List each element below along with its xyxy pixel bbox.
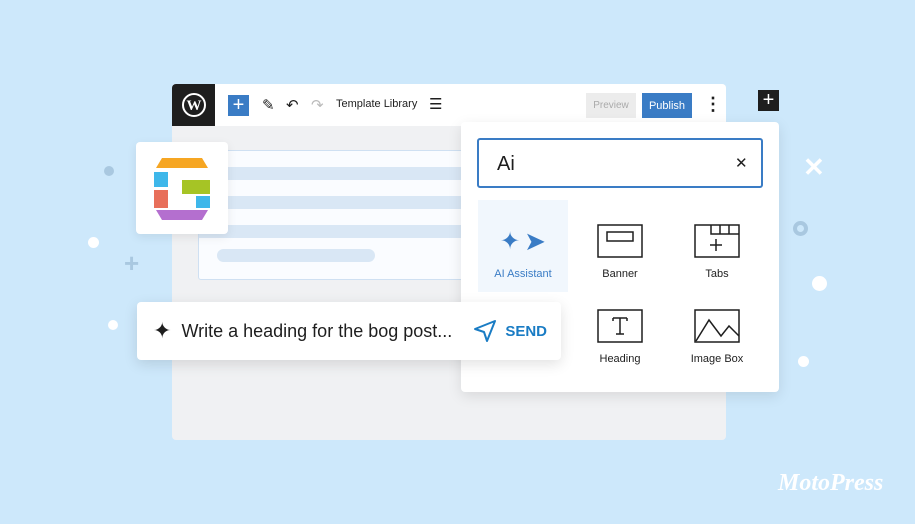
send-label: SEND <box>505 322 547 340</box>
placeholder-line <box>199 225 499 238</box>
sparkles-icon: ✦ <box>153 318 172 343</box>
decor-dot <box>88 237 99 248</box>
block-label: Heading <box>599 353 641 365</box>
pencil-icon[interactable]: ✎ <box>262 96 275 114</box>
more-options-icon[interactable]: ⋮ <box>704 94 722 115</box>
block-image-box[interactable]: Image Box <box>672 285 762 377</box>
block-ai-assistant[interactable]: ✦ ➤ AI Assistant <box>478 200 568 292</box>
placeholder-line <box>199 196 499 209</box>
banner-icon <box>597 220 643 262</box>
clear-search-icon[interactable]: ✕ <box>735 154 748 172</box>
ai-prompt-bar: ✦ Write a heading for the bog post... SE… <box>137 302 561 360</box>
block-label: Image Box <box>690 353 744 365</box>
heading-icon <box>597 305 643 347</box>
send-icon <box>474 320 497 342</box>
inserter-button[interactable]: + <box>228 95 249 116</box>
block-banner[interactable]: Banner <box>575 200 665 292</box>
undo-icon[interactable]: ↶ <box>286 96 299 114</box>
block-label: Banner <box>602 268 638 280</box>
decor-x-icon: ✕ <box>803 152 825 182</box>
publish-button[interactable]: Publish <box>642 93 692 118</box>
ai-sparkles-icon: ✦ ➤ <box>500 225 546 256</box>
add-block-icon[interactable]: + <box>758 90 779 111</box>
preview-button[interactable]: Preview <box>586 93 636 118</box>
list-view-icon[interactable]: ☰ <box>429 95 442 113</box>
decor-plus-icon: + <box>124 248 140 278</box>
decor-dot <box>798 356 809 367</box>
tabs-icon <box>694 220 740 262</box>
decor-dot <box>104 166 114 176</box>
block-search-input[interactable]: Ai <box>477 138 763 188</box>
svg-text:W: W <box>186 98 201 114</box>
prompt-input[interactable]: Write a heading for the bog post... <box>181 321 452 342</box>
block-tabs[interactable]: Tabs <box>672 200 762 292</box>
wordpress-logo-icon[interactable]: W <box>172 84 215 126</box>
redo-icon[interactable]: ↷ <box>311 96 324 114</box>
template-title[interactable]: Template Library <box>336 98 417 110</box>
editor-toolbar: W + ✎ ↶ ↷ Template Library ☰ Preview Pub… <box>172 84 726 126</box>
decor-dot <box>108 320 118 330</box>
block-label: AI Assistant <box>494 268 552 280</box>
placeholder-line <box>199 167 499 180</box>
image-box-icon <box>694 305 740 347</box>
decor-ring <box>793 221 808 236</box>
decor-dot <box>812 276 827 291</box>
motopress-plugin-logo-icon <box>136 142 228 234</box>
motopress-watermark: MotoPress <box>778 470 884 496</box>
block-heading[interactable]: Heading <box>575 285 665 377</box>
placeholder-button <box>217 249 375 262</box>
block-label: Tabs <box>705 268 729 280</box>
send-button[interactable]: SEND <box>467 319 547 343</box>
content-placeholder <box>198 150 499 280</box>
